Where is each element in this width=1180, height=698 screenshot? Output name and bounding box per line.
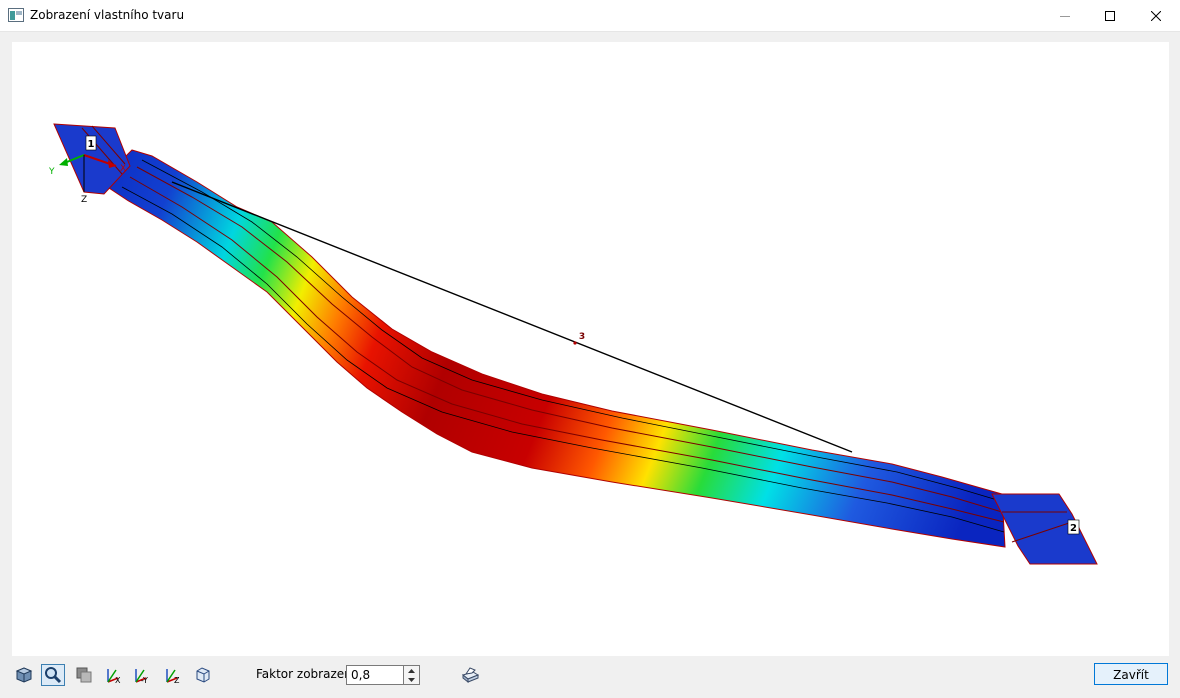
- svg-text:Z: Z: [174, 676, 180, 684]
- bottom-toolbar: X -Y Z: [0, 658, 1180, 698]
- support-plate-2: [991, 493, 1098, 565]
- node-label-3: 3: [579, 332, 585, 342]
- beam-surface: [99, 149, 1006, 548]
- print-icon: [461, 667, 480, 684]
- view-x-icon: X: [107, 669, 121, 684]
- svg-text:Y: Y: [48, 167, 55, 177]
- node-label-1: 1: [88, 139, 95, 150]
- mode-shape-canvas: 1 2 3 X Y Z: [48, 123, 1098, 565]
- svg-text:X: X: [115, 676, 121, 684]
- mode-shape-viewport[interactable]: 1 2 3 X Y Z: [12, 42, 1169, 656]
- app-icon: [8, 8, 24, 22]
- view-x-button[interactable]: X: [102, 664, 126, 686]
- factor-input[interactable]: [346, 665, 404, 685]
- close-icon: [1151, 10, 1161, 21]
- print-button[interactable]: [458, 664, 482, 686]
- view-z-icon: Z: [166, 669, 180, 684]
- view-minus-y-icon: -Y: [135, 669, 148, 684]
- maximize-icon: [1105, 10, 1115, 21]
- factor-label: Faktor zobrazení:: [256, 667, 360, 681]
- title-bar: Zobrazení vlastního tvaru: [0, 0, 1180, 32]
- isometric-view-button[interactable]: [191, 664, 215, 686]
- view-z-button[interactable]: Z: [161, 664, 185, 686]
- render-mode-icon: [76, 667, 92, 683]
- svg-text:X: X: [120, 164, 126, 174]
- zoom-button[interactable]: [41, 664, 65, 686]
- spin-up-button[interactable]: [404, 666, 419, 675]
- close-window-button[interactable]: [1133, 0, 1179, 31]
- view-3d-icon: [15, 667, 33, 683]
- close-button[interactable]: Zavřít: [1094, 663, 1168, 685]
- node-label-2: 2: [1070, 523, 1077, 534]
- view-3d-button[interactable]: [12, 664, 36, 686]
- render-mode-button[interactable]: [72, 664, 96, 686]
- minimize-icon: [1060, 15, 1070, 17]
- spin-down-button[interactable]: [404, 675, 419, 684]
- svg-text:-Y: -Y: [141, 676, 148, 684]
- factor-spinner[interactable]: [404, 665, 420, 685]
- view-minus-y-button[interactable]: -Y: [131, 664, 155, 686]
- chevron-up-icon: [408, 668, 415, 673]
- maximize-button[interactable]: [1087, 0, 1133, 31]
- minimize-button[interactable]: [1042, 0, 1088, 31]
- zoom-icon: [45, 667, 62, 684]
- svg-text:Z: Z: [81, 195, 87, 205]
- window-title: Zobrazení vlastního tvaru: [30, 8, 185, 22]
- midspan-node: [573, 341, 577, 345]
- chevron-down-icon: [408, 677, 415, 682]
- isometric-box-icon: [196, 667, 210, 683]
